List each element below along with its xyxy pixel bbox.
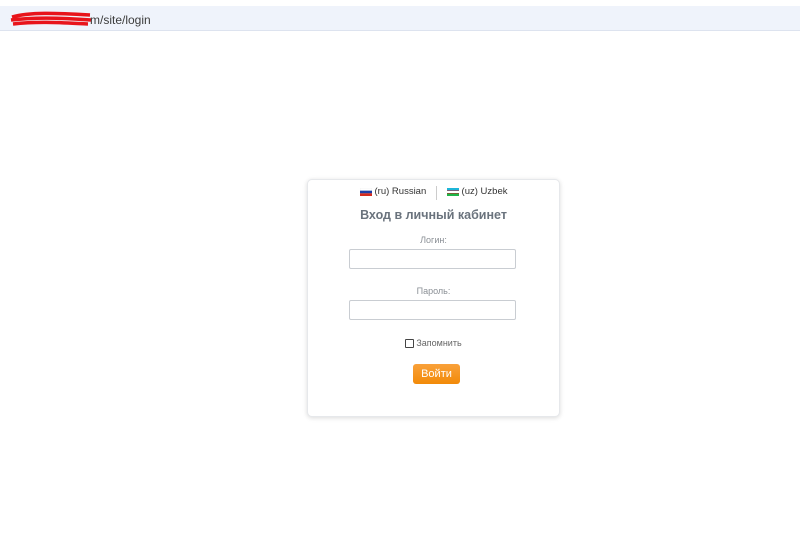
remember-me-checkbox[interactable]: [405, 338, 415, 348]
language-ru-link[interactable]: (ru) Russian: [359, 186, 427, 198]
password-input[interactable]: [349, 300, 516, 320]
language-divider: [435, 186, 437, 200]
language-uz-label: (uz) Uzbek: [461, 186, 508, 198]
redaction-scribble: [10, 11, 92, 26]
password-label: Пароль:: [416, 286, 451, 296]
login-label: Логин:: [420, 235, 447, 245]
browser-address-bar[interactable]: m/site/login: [0, 6, 800, 31]
url-text: m/site/login: [90, 13, 151, 27]
login-input[interactable]: [349, 249, 516, 269]
login-submit-button[interactable]: Войти: [413, 364, 460, 384]
page-title: Вход в личный кабинет: [360, 208, 507, 222]
uzbekistan-flag-icon: [446, 187, 459, 196]
remember-me-row: Запомнить: [308, 338, 559, 348]
russia-flag-icon: [359, 187, 372, 196]
remember-me-label[interactable]: Запомнить: [416, 338, 461, 348]
language-ru-label: (ru) Russian: [374, 186, 427, 198]
language-uz-link[interactable]: (uz) Uzbek: [446, 186, 508, 198]
language-switcher: (ru) Russian (uz) Uzbek: [308, 186, 559, 200]
login-card: (ru) Russian (uz) Uzbek Вход в личный ка…: [307, 179, 560, 417]
